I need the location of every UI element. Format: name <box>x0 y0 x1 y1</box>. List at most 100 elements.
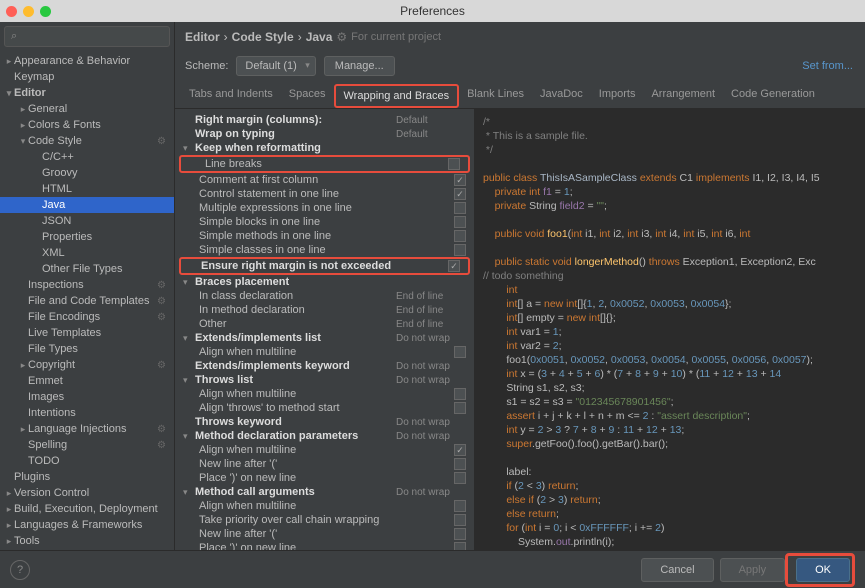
sidebar-item-language-injections[interactable]: ▸Language Injections⚙ <box>0 421 174 437</box>
sidebar-item-html[interactable]: HTML <box>0 181 174 197</box>
option-value[interactable]: Do not wrap <box>396 375 466 386</box>
option-row[interactable]: ▾Method call argumentsDo not wrap <box>175 485 474 499</box>
sidebar-item-languages-frameworks[interactable]: ▸Languages & Frameworks <box>0 517 174 533</box>
checkbox[interactable] <box>448 158 460 170</box>
sidebar-item-spelling[interactable]: Spelling⚙ <box>0 437 174 453</box>
tab-code-generation[interactable]: Code Generation <box>723 84 823 108</box>
option-row[interactable]: Right margin (columns):Default <box>175 113 474 127</box>
checkbox[interactable]: ✓ <box>454 174 466 186</box>
maximize-icon[interactable] <box>40 6 51 17</box>
sidebar-item-plugins[interactable]: Plugins <box>0 469 174 485</box>
manage-button[interactable]: Manage... <box>324 56 395 76</box>
sidebar-item-version-control[interactable]: ▸Version Control <box>0 485 174 501</box>
option-value[interactable]: Default <box>396 115 466 126</box>
help-button[interactable]: ? <box>10 560 30 580</box>
close-icon[interactable] <box>6 6 17 17</box>
sidebar-item-other-file-types[interactable]: Other File Types <box>0 261 174 277</box>
checkbox[interactable] <box>454 458 466 470</box>
sidebar-item-code-style[interactable]: ▾Code Style⚙ <box>0 133 174 149</box>
cancel-button[interactable]: Cancel <box>641 558 713 582</box>
tab-javadoc[interactable]: JavaDoc <box>532 84 591 108</box>
sidebar-item-colors-fonts[interactable]: ▸Colors & Fonts <box>0 117 174 133</box>
sidebar-item-editor[interactable]: ▾Editor <box>0 85 174 101</box>
option-row[interactable]: New line after '(' <box>175 527 474 541</box>
sidebar-item-other-settings[interactable]: ▸Other Settings <box>0 549 174 550</box>
option-row[interactable]: New line after '(' <box>175 457 474 471</box>
option-value[interactable]: Do not wrap <box>396 431 466 442</box>
option-row[interactable]: Align when multiline✓ <box>175 443 474 457</box>
settings-tree[interactable]: ▸Appearance & BehaviorKeymap▾Editor▸Gene… <box>0 51 174 550</box>
option-row[interactable]: ▾Braces placement <box>175 275 474 289</box>
checkbox[interactable] <box>454 346 466 358</box>
sidebar-item-xml[interactable]: XML <box>0 245 174 261</box>
checkbox[interactable] <box>454 472 466 484</box>
sidebar-item-todo[interactable]: TODO <box>0 453 174 469</box>
option-value[interactable]: End of line <box>396 291 466 302</box>
window-controls[interactable] <box>6 6 51 17</box>
checkbox[interactable] <box>454 402 466 414</box>
option-row[interactable]: Place ')' on new line <box>175 541 474 550</box>
checkbox[interactable] <box>454 528 466 540</box>
option-row[interactable]: Throws keywordDo not wrap <box>175 415 474 429</box>
option-row[interactable]: Ensure right margin is not exceeded✓ <box>181 259 468 273</box>
minimize-icon[interactable] <box>23 6 34 17</box>
sidebar-item-copyright[interactable]: ▸Copyright⚙ <box>0 357 174 373</box>
sidebar-item-images[interactable]: Images <box>0 389 174 405</box>
option-value[interactable]: Do not wrap <box>396 333 466 344</box>
apply-button[interactable]: Apply <box>720 558 786 582</box>
option-row[interactable]: Extends/implements keywordDo not wrap <box>175 359 474 373</box>
checkbox[interactable]: ✓ <box>454 188 466 200</box>
checkbox[interactable] <box>454 500 466 512</box>
option-row[interactable]: Align when multiline <box>175 499 474 513</box>
checkbox[interactable]: ✓ <box>448 260 460 272</box>
checkbox[interactable] <box>454 216 466 228</box>
option-value[interactable]: End of line <box>396 319 466 330</box>
sidebar-item-keymap[interactable]: Keymap <box>0 69 174 85</box>
checkbox[interactable] <box>454 514 466 526</box>
sidebar-item-intentions[interactable]: Intentions <box>0 405 174 421</box>
option-value[interactable]: Default <box>396 129 466 140</box>
option-row[interactable]: Wrap on typingDefault <box>175 127 474 141</box>
option-row[interactable]: Multiple expressions in one line <box>175 201 474 215</box>
sidebar-item-appearance-behavior[interactable]: ▸Appearance & Behavior <box>0 53 174 69</box>
tab-wrapping-and-braces[interactable]: Wrapping and Braces <box>334 84 460 108</box>
checkbox[interactable] <box>454 244 466 256</box>
option-row[interactable]: Comment at first column✓ <box>175 173 474 187</box>
sidebar-item-live-templates[interactable]: Live Templates <box>0 325 174 341</box>
sidebar-item-file-and-code-templates[interactable]: File and Code Templates⚙ <box>0 293 174 309</box>
sidebar-item-build-execution-deployment[interactable]: ▸Build, Execution, Deployment <box>0 501 174 517</box>
option-row[interactable]: Align when multiline <box>175 345 474 359</box>
sidebar-item-c-c-[interactable]: C/C++ <box>0 149 174 165</box>
option-row[interactable]: In method declarationEnd of line <box>175 303 474 317</box>
sidebar-item-properties[interactable]: Properties <box>0 229 174 245</box>
checkbox[interactable] <box>454 202 466 214</box>
checkbox[interactable] <box>454 388 466 400</box>
checkbox[interactable] <box>454 542 466 550</box>
option-row[interactable]: Align 'throws' to method start <box>175 401 474 415</box>
option-row[interactable]: Control statement in one line✓ <box>175 187 474 201</box>
checkbox[interactable] <box>454 230 466 242</box>
tab-spaces[interactable]: Spaces <box>281 84 334 108</box>
option-row[interactable]: ▾Method declaration parametersDo not wra… <box>175 429 474 443</box>
option-row[interactable]: OtherEnd of line <box>175 317 474 331</box>
sidebar-item-file-types[interactable]: File Types <box>0 341 174 357</box>
option-row[interactable]: Simple methods in one line <box>175 229 474 243</box>
sidebar-item-tools[interactable]: ▸Tools <box>0 533 174 549</box>
option-row[interactable]: Take priority over call chain wrapping <box>175 513 474 527</box>
sidebar-item-groovy[interactable]: Groovy <box>0 165 174 181</box>
set-from-link[interactable]: Set from... <box>802 60 853 72</box>
option-row[interactable]: ▾Throws listDo not wrap <box>175 373 474 387</box>
scheme-dropdown[interactable]: Default (1) <box>236 56 315 76</box>
option-row[interactable]: Line breaks <box>181 157 468 171</box>
ok-button[interactable]: OK <box>796 558 850 582</box>
option-row[interactable]: Simple classes in one line <box>175 243 474 257</box>
option-row[interactable]: ▾Keep when reformatting <box>175 141 474 155</box>
sidebar-item-file-encodings[interactable]: File Encodings⚙ <box>0 309 174 325</box>
search-input[interactable]: ⌕ <box>4 26 170 47</box>
option-row[interactable]: Place ')' on new line <box>175 471 474 485</box>
sidebar-item-general[interactable]: ▸General <box>0 101 174 117</box>
sidebar-item-inspections[interactable]: Inspections⚙ <box>0 277 174 293</box>
sidebar-item-emmet[interactable]: Emmet <box>0 373 174 389</box>
option-row[interactable]: Simple blocks in one line <box>175 215 474 229</box>
tab-arrangement[interactable]: Arrangement <box>643 84 723 108</box>
